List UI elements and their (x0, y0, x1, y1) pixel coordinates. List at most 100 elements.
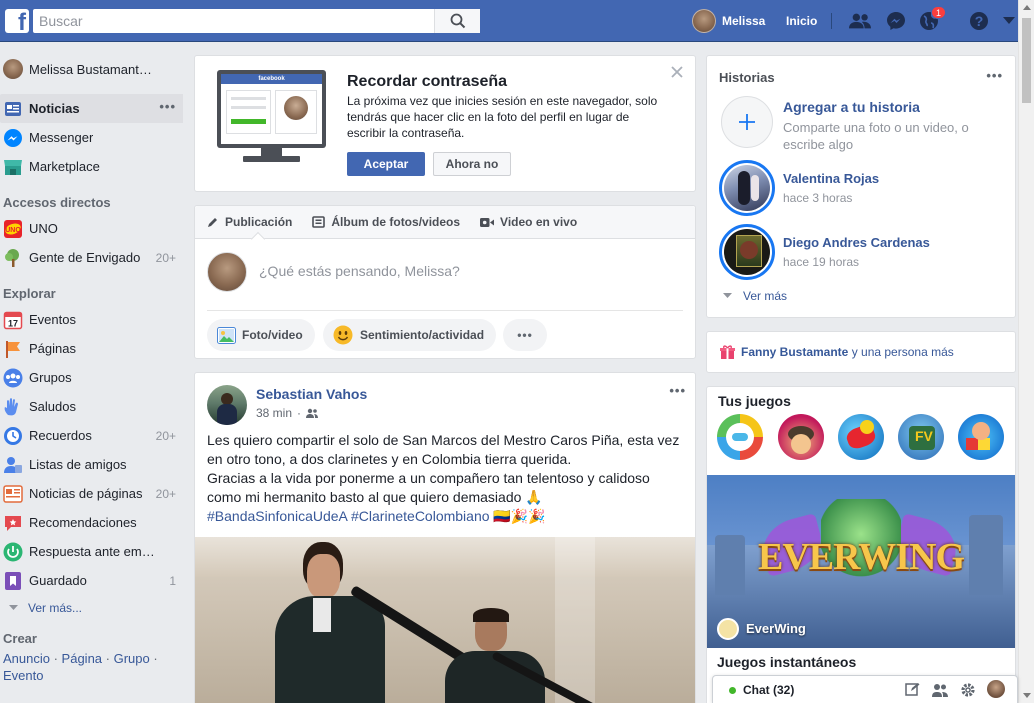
create-page-link[interactable]: Página (62, 651, 102, 666)
story-author[interactable]: Diego Andres Cardenas (783, 235, 930, 250)
scroll-down-arrow-icon[interactable] (1023, 693, 1031, 698)
facebook-logo-icon[interactable]: f (5, 9, 29, 33)
help-button[interactable]: ? (968, 11, 990, 31)
add-story-title[interactable]: Agregar a tu historia (783, 99, 920, 115)
messenger-button[interactable] (885, 11, 907, 31)
scroll-thumb[interactable] (1022, 18, 1031, 103)
sidebar-item-profile[interactable]: Melissa Bustamant… (0, 56, 185, 82)
remember-password-illustration: facebook (217, 70, 326, 163)
tab-live-video[interactable]: Video en vivo (480, 215, 577, 229)
more-options-icon[interactable]: ••• (159, 99, 176, 114)
profile-link[interactable]: Melissa (692, 9, 765, 33)
feeling-activity-button[interactable]: Sentimiento/actividad (323, 319, 497, 351)
home-link[interactable]: Inicio (786, 14, 817, 28)
see-more-stories-link[interactable]: Ver más (723, 289, 787, 303)
remember-password-card: facebook Recordar contraseña La próxima … (194, 55, 696, 192)
sidebar-item-marketplace[interactable]: Marketplace (0, 152, 185, 181)
tab-label: Publicación (225, 215, 293, 229)
settings-gear-icon[interactable] (960, 682, 976, 701)
more-options-icon[interactable]: ••• (503, 319, 547, 351)
search-button[interactable] (434, 9, 480, 33)
section-heading-create: Crear (3, 631, 37, 646)
sidebar-item-label: Recomendaciones (29, 515, 137, 530)
add-story-button[interactable] (721, 96, 773, 148)
account-menu-button[interactable] (998, 11, 1020, 31)
sidebar-item-gente-de-envigado[interactable]: Gente de Envigado 20+ (0, 243, 185, 272)
friends-audience-icon[interactable] (306, 408, 319, 418)
game-avatar (717, 618, 739, 640)
sidebar-item-label: Saludos (29, 399, 76, 414)
video-camera-icon (480, 217, 495, 227)
chat-contact-avatar[interactable] (987, 680, 1005, 698)
wave-hand-icon (3, 397, 23, 417)
game-icon-puzzle-hero[interactable] (778, 414, 824, 460)
game-icon-farmville[interactable]: FV (898, 414, 944, 460)
remember-password-body: La próxima vez que inicies sesión en est… (347, 94, 658, 140)
see-more-link[interactable]: Ver más... (0, 595, 185, 621)
sidebar-item-saved[interactable]: Guardado 1 (0, 566, 185, 595)
chat-group-icon[interactable] (932, 683, 948, 700)
sidebar-item-crisis-response[interactable]: Respuesta ante em… (0, 537, 185, 566)
see-more-label: Ver más... (28, 601, 83, 615)
not-now-button[interactable]: Ahora no (433, 152, 511, 176)
game-icon-words[interactable] (717, 414, 763, 460)
sidebar-item-memories[interactable]: Recuerdos 20+ (0, 421, 185, 450)
photo-video-label: Foto/video (242, 328, 303, 342)
more-options-icon[interactable]: ••• (669, 383, 686, 398)
gift-icon (720, 345, 735, 360)
sidebar-item-recommendations[interactable]: Recomendaciones (0, 508, 185, 537)
more-options-icon[interactable]: ••• (986, 68, 1003, 83)
new-message-icon[interactable] (905, 682, 920, 700)
sidebar-item-label: Eventos (29, 312, 76, 327)
friend-requests-button[interactable] (849, 11, 871, 31)
sidebar-item-uno[interactable]: UNO UNO (0, 214, 185, 243)
game-icon-toy-blast[interactable] (958, 414, 1004, 460)
feed-post: Sebastian Vahos 38 min · ••• Les quiero … (194, 372, 696, 703)
scroll-up-arrow-icon[interactable] (1023, 5, 1031, 10)
sidebar-item-groups[interactable]: Grupos (0, 363, 185, 392)
sidebar-item-pokes[interactable]: Saludos (0, 392, 185, 421)
sidebar-item-events[interactable]: 17 Eventos (0, 305, 185, 334)
uno-game-icon: UNO (3, 219, 23, 239)
sidebar-item-pages[interactable]: Páginas (0, 334, 185, 363)
post-composer: Publicación Álbum de fotos/videos Video … (194, 205, 696, 359)
create-ad-link[interactable]: Anuncio (3, 651, 50, 666)
search-box (33, 9, 480, 33)
page-scrollbar[interactable] (1018, 0, 1034, 703)
create-group-link[interactable]: Grupo (114, 651, 150, 666)
featured-game-banner[interactable]: EVERWING EverWing (707, 475, 1015, 648)
sidebar-item-label: Respuesta ante em… (29, 544, 155, 559)
sidebar-item-friend-lists[interactable]: Listas de amigos (0, 450, 185, 479)
story-thumbnail[interactable] (719, 160, 775, 216)
composer-input[interactable]: ¿Qué estás pensando, Melissa? (259, 263, 460, 279)
accept-button[interactable]: Aceptar (347, 152, 425, 176)
chevron-down-icon (723, 293, 732, 298)
sidebar-item-news-feed[interactable]: Noticias ••• (0, 94, 183, 123)
close-icon[interactable] (671, 66, 683, 78)
divider (831, 13, 832, 29)
search-input[interactable] (33, 9, 428, 33)
sidebar-item-pages-feed[interactable]: Noticias de páginas 20+ (0, 479, 185, 508)
create-event-link[interactable]: Evento (3, 668, 43, 683)
post-video[interactable] (195, 537, 695, 703)
tab-photo-album[interactable]: Álbum de fotos/videos (312, 215, 460, 229)
photo-video-button[interactable]: Foto/video (207, 319, 315, 351)
profile-name: Melissa (722, 14, 766, 28)
post-timestamp[interactable]: 38 min (256, 406, 292, 420)
pages-feed-icon (3, 484, 23, 504)
avatar[interactable] (207, 385, 247, 425)
left-sidebar: Melissa Bustamant… Noticias ••• Messenge… (0, 56, 185, 684)
tab-create-post[interactable]: Publicación (207, 215, 292, 229)
post-author[interactable]: Sebastian Vahos (256, 386, 367, 402)
chat-bar[interactable]: Chat (32) (712, 675, 1018, 703)
birthday-person-link[interactable]: Fanny Bustamante (741, 345, 848, 359)
sidebar-item-messenger[interactable]: Messenger (0, 123, 185, 152)
game-icon-candy-crush[interactable] (838, 414, 884, 460)
composer-tabs: Publicación Álbum de fotos/videos Video … (195, 206, 695, 239)
post-hashtags[interactable]: #BandaSinfonicaUdeA #ClarineteColombiano (207, 508, 490, 524)
see-more-label: Ver más (743, 289, 788, 303)
illustration-logo-text: facebook (221, 74, 322, 84)
birthday-rest[interactable]: y una persona más (848, 345, 954, 359)
story-thumbnail[interactable] (719, 224, 775, 280)
story-author[interactable]: Valentina Rojas (783, 171, 879, 186)
